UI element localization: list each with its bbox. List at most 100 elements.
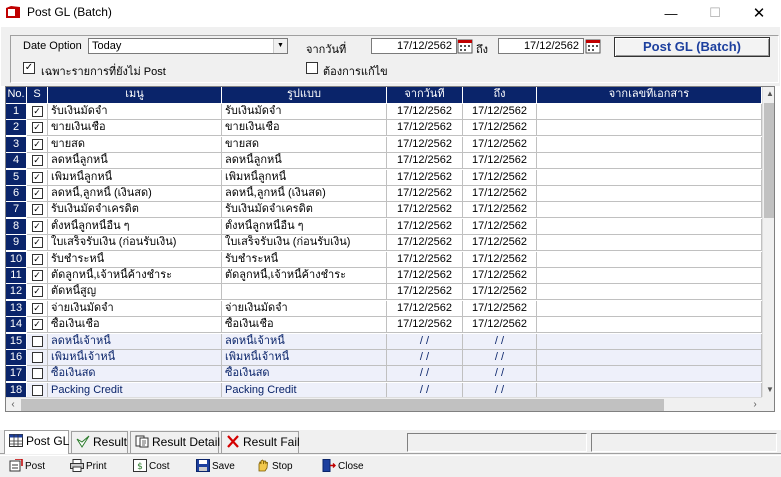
row-to-date[interactable]: 17/12/2562 [463, 218, 537, 235]
row-select-checkbox[interactable]: ✓ [27, 317, 48, 334]
scroll-up-icon[interactable]: ▲ [763, 87, 774, 101]
checkbox[interactable]: ✓ [31, 220, 43, 232]
checkbox[interactable] [31, 384, 43, 396]
table-row[interactable]: 2 ✓ ขายเงินเชื่อ ขายเงินเชื่อ 17/12/2562 17/1… [6, 120, 762, 137]
row-format[interactable]: รับชำระหนี้ [222, 251, 387, 268]
row-from-doc-no[interactable] [537, 153, 762, 170]
vertical-scrollbar[interactable]: ▲ ▼ [762, 87, 774, 397]
checkbox[interactable]: ✓ [31, 171, 43, 183]
row-select-checkbox[interactable] [27, 333, 48, 350]
row-format[interactable]: ตัดลูกหนี้,เจ้าหนี้ค้างชำระ [222, 268, 387, 284]
row-format[interactable]: ลดหนี้,ลูกหนี้ (เงินสด) [222, 186, 387, 202]
row-from-date[interactable]: 17/12/2562 [387, 218, 463, 235]
row-select-checkbox[interactable]: ✓ [27, 120, 48, 137]
row-select-checkbox[interactable]: ✓ [27, 202, 48, 219]
scroll-right-icon[interactable]: › [748, 398, 762, 411]
table-row[interactable]: 11 ✓ ตัดลูกหนี้,เจ้าหนี้ค้างชำระ ตัดลูกหนี้… [6, 268, 762, 284]
table-row[interactable]: 16 เพิ่มหนี้เจ้าหนี้ เพิ่มหนี้เจ้าหนี้ / / /… [6, 350, 762, 366]
row-from-date[interactable]: / / [387, 333, 463, 350]
row-to-date[interactable]: 17/12/2562 [463, 104, 537, 120]
row-to-date[interactable]: 17/12/2562 [463, 268, 537, 284]
row-menu[interactable]: ขายสด [48, 136, 222, 153]
row-menu[interactable]: ขายเงินเชื่อ [48, 120, 222, 137]
table-row[interactable]: 13 ✓ จ่ายเงินมัดจำ จ่ายเงินมัดจำ 17/12/2562 1… [6, 300, 762, 317]
row-format[interactable]: ซื้อเงินเชื่อ [222, 317, 387, 334]
checkbox[interactable]: ✓ [31, 188, 43, 199]
save-button[interactable]: Save [196, 459, 235, 475]
row-format[interactable]: จ่ายเงินมัดจำ [222, 300, 387, 317]
row-format[interactable]: ขายเงินเชื่อ [222, 120, 387, 137]
horizontal-scroll-thumb[interactable] [21, 399, 664, 411]
row-select-checkbox[interactable]: ✓ [27, 251, 48, 268]
row-format[interactable]: ขายสด [222, 136, 387, 153]
row-format[interactable]: รับเงินมัดจำเครดิต [222, 202, 387, 219]
row-from-date[interactable]: / / [387, 350, 463, 366]
row-from-date[interactable]: 17/12/2562 [387, 153, 463, 170]
row-from-date[interactable]: 17/12/2562 [387, 202, 463, 219]
scroll-left-icon[interactable]: ‹ [6, 398, 20, 411]
table-row[interactable]: 1 ✓ รับเงินมัดจำ รับเงินมัดจำ 17/12/2562 17/1… [6, 104, 762, 120]
checkbox[interactable]: ✓ [31, 155, 43, 167]
row-select-checkbox[interactable]: ✓ [27, 169, 48, 186]
row-from-doc-no[interactable] [537, 366, 762, 383]
row-menu[interactable]: ซื้อเงินเชื่อ [48, 317, 222, 334]
checkbox[interactable]: ✓ [31, 253, 43, 265]
row-format[interactable]: ลดหนี้เจ้าหนี้ [222, 333, 387, 350]
row-from-date[interactable]: 17/12/2562 [387, 169, 463, 186]
minimize-button[interactable]: — [649, 0, 693, 26]
row-menu[interactable]: รับเงินมัดจำ [48, 104, 222, 120]
row-from-date[interactable]: 17/12/2562 [387, 284, 463, 301]
to-date-calendar-icon[interactable] [585, 38, 601, 54]
row-from-doc-no[interactable] [537, 169, 762, 186]
to-date-field[interactable]: 17/12/2562 [498, 38, 584, 54]
row-from-doc-no[interactable] [537, 136, 762, 153]
row-from-date[interactable]: 17/12/2562 [387, 268, 463, 284]
row-select-checkbox[interactable]: ✓ [27, 136, 48, 153]
row-menu[interactable]: จ่ายเงินมัดจำ [48, 300, 222, 317]
row-to-date[interactable]: 17/12/2562 [463, 317, 537, 334]
scroll-down-icon[interactable]: ▼ [763, 383, 774, 397]
row-format[interactable] [222, 284, 387, 301]
table-row[interactable]: 5 ✓ เพิ่มหนี้ลูกหนี้ เพิ่มหนี้ลูกหนี้ 17/12/… [6, 169, 762, 186]
col-header-s[interactable]: S [27, 87, 48, 103]
row-to-date[interactable]: 17/12/2562 [463, 120, 537, 137]
table-row[interactable]: 10 ✓ รับชำระหนี้ รับชำระหนี้ 17/12/2562 17/12… [6, 251, 762, 268]
table-row[interactable]: 4 ✓ ลดหนี้ลูกหนี้ ลดหนี้ลูกหนี้ 17/12/2562 17… [6, 153, 762, 170]
row-to-date[interactable]: 17/12/2562 [463, 153, 537, 170]
row-menu[interactable]: ลดหนี้,ลูกหนี้ (เงินสด) [48, 186, 222, 202]
row-format[interactable]: ใบเสร็จรับเงิน (ก่อนรับเงิน) [222, 235, 387, 252]
table-row[interactable]: 17 ซื้อเงินสด ซื้อเงินสด / / / / [6, 366, 762, 383]
row-select-checkbox[interactable]: ✓ [27, 284, 48, 301]
row-select-checkbox[interactable]: ✓ [27, 104, 48, 120]
row-select-checkbox[interactable]: ✓ [27, 268, 48, 284]
row-from-date[interactable]: 17/12/2562 [387, 120, 463, 137]
col-header-no[interactable]: No. [6, 87, 27, 103]
checkbox[interactable]: ✓ [31, 302, 43, 314]
row-menu[interactable]: ตัดหนี้สูญ [48, 284, 222, 301]
row-menu[interactable]: ลดหนี้เจ้าหนี้ [48, 333, 222, 350]
tab-result-detail[interactable]: Result Detail [130, 431, 220, 453]
row-to-date[interactable]: 17/12/2562 [463, 186, 537, 202]
row-select-checkbox[interactable]: ✓ [27, 153, 48, 170]
post-gl-batch-button[interactable]: Post GL (Batch) [614, 37, 770, 57]
row-from-date[interactable]: / / [387, 366, 463, 383]
checkbox[interactable]: ✓ [31, 270, 43, 281]
row-select-checkbox[interactable]: ✓ [27, 300, 48, 317]
print-button[interactable]: Print [70, 459, 107, 475]
col-header-from-doc-no[interactable]: จากเลขที่เอกสาร [537, 87, 762, 103]
from-date-calendar-icon[interactable] [457, 38, 473, 54]
checkbox[interactable]: ✓ [31, 237, 43, 249]
horizontal-scrollbar[interactable]: ‹ › [6, 397, 762, 411]
row-menu[interactable]: ตัดลูกหนี้,เจ้าหนี้ค้างชำระ [48, 268, 222, 284]
row-from-date[interactable]: 17/12/2562 [387, 300, 463, 317]
maximize-button[interactable]: ☐ [693, 0, 737, 26]
row-format[interactable]: เพิ่มหนี้ลูกหนี้ [222, 169, 387, 186]
row-from-doc-no[interactable] [537, 350, 762, 366]
cost-button[interactable]: $ Cost [133, 459, 170, 475]
checkbox[interactable]: ✓ [31, 122, 43, 134]
row-from-doc-no[interactable] [537, 251, 762, 268]
row-from-doc-no[interactable] [537, 186, 762, 202]
row-select-checkbox[interactable]: ✓ [27, 235, 48, 252]
row-from-doc-no[interactable] [537, 218, 762, 235]
table-row[interactable]: 3 ✓ ขายสด ขายสด 17/12/2562 17/12/2562 [6, 136, 762, 153]
